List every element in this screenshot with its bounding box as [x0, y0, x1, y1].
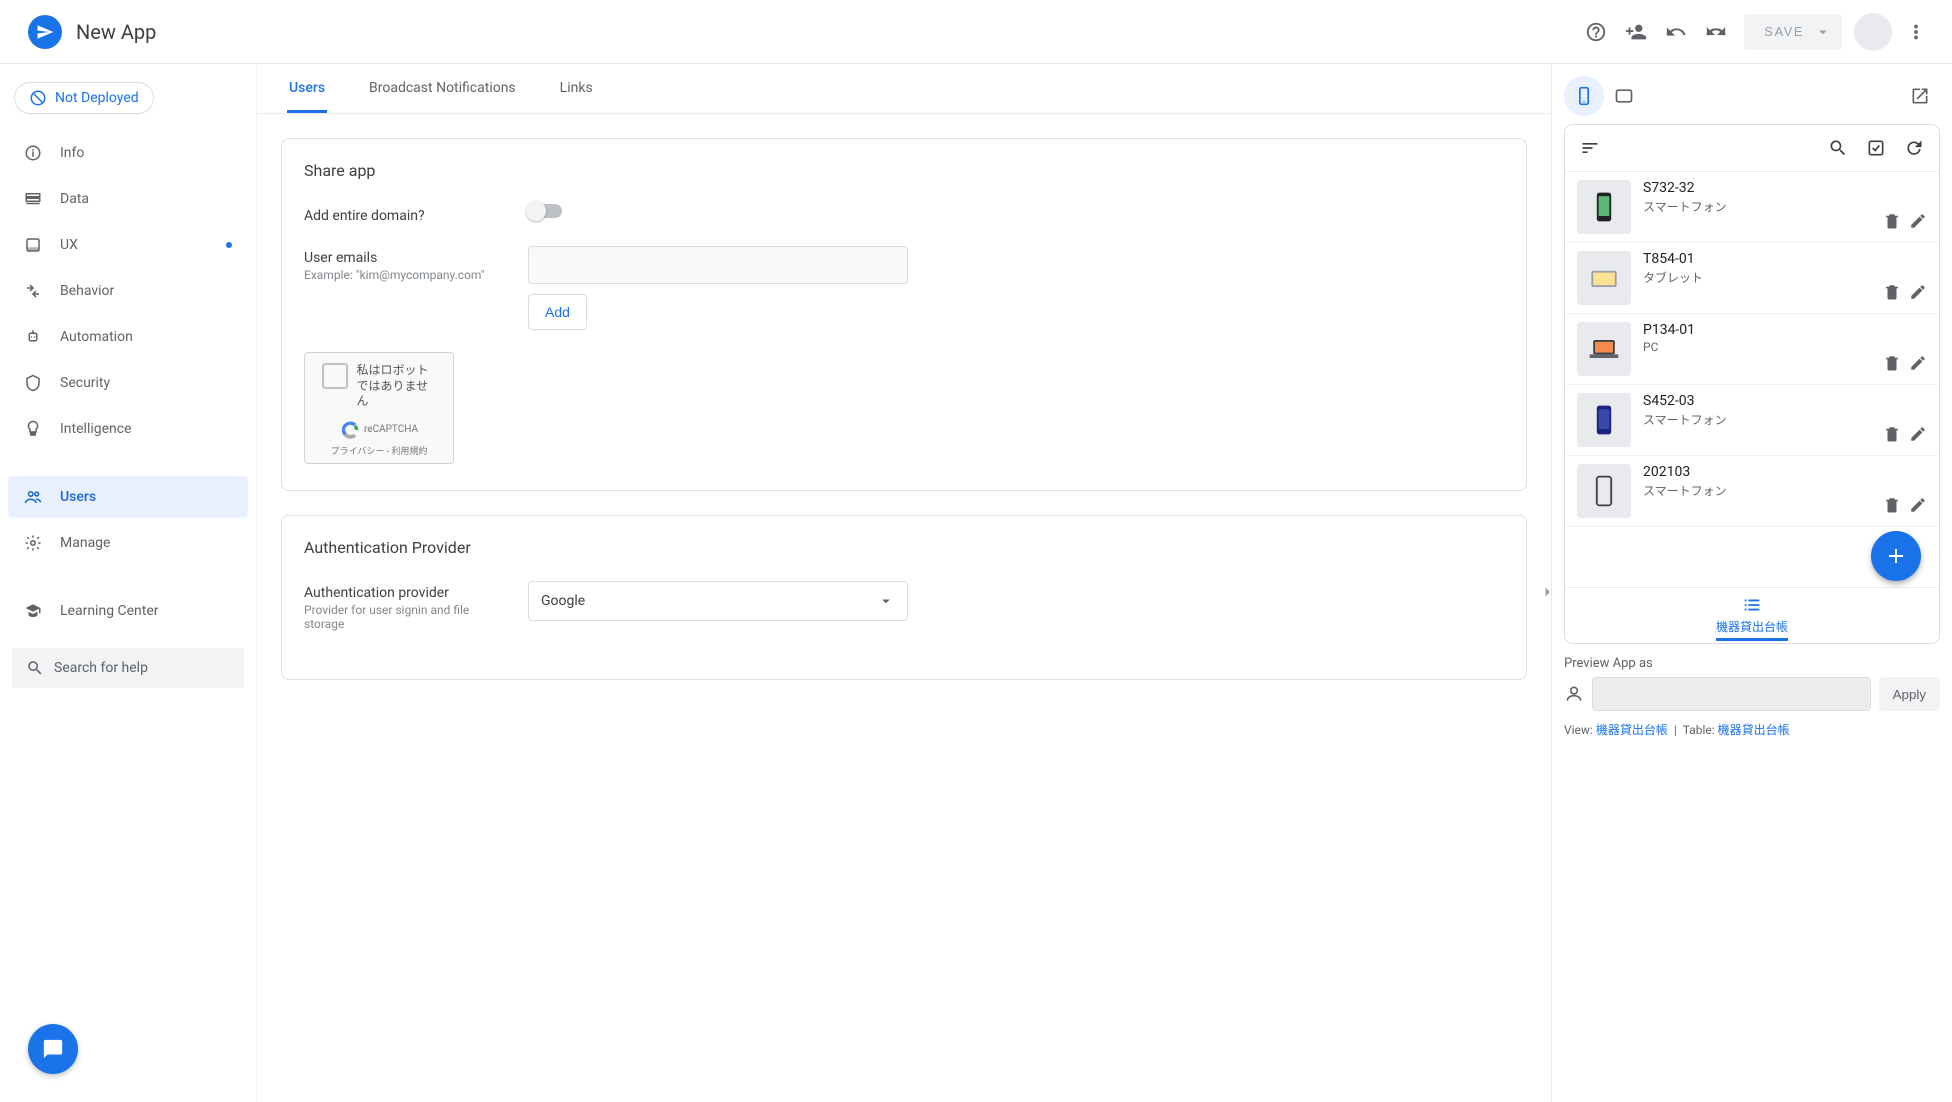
- auth-card: Authentication Provider Authentication p…: [281, 515, 1527, 680]
- thumbnail: [1577, 464, 1631, 518]
- undo-icon[interactable]: [1656, 12, 1696, 52]
- deploy-status-label: Not Deployed: [55, 90, 139, 106]
- item-title: S732-32: [1643, 180, 1871, 196]
- recaptcha-widget[interactable]: 私はロボットではありません reCAPTCHA プライバシー - 利用規約: [304, 352, 454, 464]
- sidebar-item-intelligence[interactable]: Intelligence: [8, 408, 248, 450]
- search-help-input[interactable]: Search for help: [12, 648, 244, 688]
- item-subtitle: スマートフォン: [1643, 411, 1871, 428]
- main-content: Users Broadcast Notifications Links Shar…: [256, 64, 1552, 1102]
- edit-icon[interactable]: [1909, 354, 1927, 376]
- delete-icon[interactable]: [1883, 496, 1901, 518]
- delete-icon[interactable]: [1883, 425, 1901, 447]
- preview-bottom-tab[interactable]: 機器貸出台帳: [1565, 587, 1939, 643]
- app-title: New App: [76, 20, 156, 44]
- device-tablet-button[interactable]: [1604, 76, 1644, 116]
- share-app-title: Share app: [304, 161, 1504, 180]
- select-icon[interactable]: [1861, 133, 1891, 163]
- user-emails-input[interactable]: [528, 246, 908, 284]
- thumbnail: [1577, 322, 1631, 376]
- more-icon[interactable]: [1896, 12, 1936, 52]
- preview-phone: S732-32 スマートフォン T854-01 タブレット P134-01 PC S452-…: [1564, 124, 1940, 644]
- add-button[interactable]: Add: [528, 294, 587, 330]
- preview-as-input[interactable]: [1592, 677, 1871, 711]
- list-item[interactable]: T854-01 タブレット: [1565, 243, 1939, 314]
- sidebar-item-ux[interactable]: UX: [8, 224, 248, 266]
- item-title: P134-01: [1643, 322, 1871, 338]
- thumbnail: [1577, 180, 1631, 234]
- auth-label: Authentication provider Provider for use…: [304, 581, 504, 631]
- list-item[interactable]: S732-32 スマートフォン: [1565, 172, 1939, 243]
- item-title: 202103: [1643, 464, 1871, 480]
- edit-icon[interactable]: [1909, 212, 1927, 234]
- preview-as-label: Preview App as: [1564, 656, 1940, 671]
- device-phone-button[interactable]: [1564, 76, 1604, 116]
- ux-dot-icon: [226, 242, 232, 248]
- add-user-icon[interactable]: [1616, 12, 1656, 52]
- help-icon[interactable]: [1576, 12, 1616, 52]
- sidebar: Not Deployed Info Data UX Behavior Autom…: [0, 64, 256, 1102]
- deploy-chip[interactable]: Not Deployed: [14, 82, 154, 114]
- sidebar-item-automation[interactable]: Automation: [8, 316, 248, 358]
- list-item[interactable]: P134-01 PC: [1565, 314, 1939, 385]
- item-title: T854-01: [1643, 251, 1871, 267]
- view-info: View: 機器貸出台帳 | Table: 機器貸出台帳: [1564, 721, 1940, 738]
- save-button[interactable]: SAVE: [1744, 14, 1842, 50]
- sidebar-item-behavior[interactable]: Behavior: [8, 270, 248, 312]
- list-item[interactable]: S452-03 スマートフォン: [1565, 385, 1939, 456]
- sidebar-item-data[interactable]: Data: [8, 178, 248, 220]
- edit-icon[interactable]: [1909, 496, 1927, 518]
- user-icon: [1564, 684, 1584, 704]
- item-subtitle: スマートフォン: [1643, 198, 1871, 215]
- edit-icon[interactable]: [1909, 425, 1927, 447]
- thumbnail: [1577, 393, 1631, 447]
- sort-icon[interactable]: [1575, 133, 1605, 163]
- tab-broadcast[interactable]: Broadcast Notifications: [367, 66, 518, 113]
- user-emails-label: User emails Example: "kim@mycompany.com": [304, 246, 504, 282]
- topbar: New App SAVE: [0, 0, 1952, 64]
- fab-add[interactable]: [1871, 531, 1921, 581]
- redo-icon[interactable]: [1696, 12, 1736, 52]
- sidebar-item-learning[interactable]: Learning Center: [8, 590, 248, 632]
- recaptcha-checkbox[interactable]: [322, 363, 348, 389]
- save-label: SAVE: [1764, 24, 1804, 39]
- sidebar-item-info[interactable]: Info: [8, 132, 248, 174]
- item-subtitle: スマートフォン: [1643, 482, 1871, 499]
- tab-users[interactable]: Users: [287, 66, 327, 113]
- open-external-icon[interactable]: [1900, 76, 1940, 116]
- chevron-right-icon[interactable]: [1538, 583, 1556, 601]
- list-item[interactable]: 202103 スマートフォン: [1565, 456, 1939, 527]
- share-app-card: Share app Add entire domain? User emails…: [281, 138, 1527, 491]
- apply-button[interactable]: Apply: [1879, 677, 1940, 711]
- search-icon[interactable]: [1823, 133, 1853, 163]
- auth-select[interactable]: Google: [528, 581, 908, 621]
- item-subtitle: タブレット: [1643, 269, 1871, 286]
- thumbnail: [1577, 251, 1631, 305]
- tabs: Users Broadcast Notifications Links: [257, 64, 1551, 114]
- delete-icon[interactable]: [1883, 283, 1901, 305]
- avatar[interactable]: [1854, 13, 1892, 51]
- tab-links[interactable]: Links: [558, 66, 595, 113]
- delete-icon[interactable]: [1883, 354, 1901, 376]
- preview-pane: S732-32 スマートフォン T854-01 タブレット P134-01 PC S452-…: [1552, 64, 1952, 1102]
- item-subtitle: PC: [1643, 340, 1871, 354]
- chevron-down-icon: [877, 592, 895, 610]
- sidebar-item-security[interactable]: Security: [8, 362, 248, 404]
- chat-fab[interactable]: [28, 1024, 78, 1074]
- sidebar-item-users[interactable]: Users: [8, 476, 248, 518]
- auth-title: Authentication Provider: [304, 538, 1504, 557]
- chevron-down-icon: [1814, 23, 1832, 41]
- view-link[interactable]: 機器貸出台帳: [1596, 723, 1668, 737]
- sidebar-item-manage[interactable]: Manage: [8, 522, 248, 564]
- item-title: S452-03: [1643, 393, 1871, 409]
- table-link[interactable]: 機器貸出台帳: [1718, 723, 1790, 737]
- app-logo-icon: [28, 15, 62, 49]
- edit-icon[interactable]: [1909, 283, 1927, 305]
- add-domain-toggle[interactable]: [528, 204, 562, 218]
- refresh-icon[interactable]: [1899, 133, 1929, 163]
- delete-icon[interactable]: [1883, 212, 1901, 234]
- add-domain-label: Add entire domain?: [304, 204, 504, 224]
